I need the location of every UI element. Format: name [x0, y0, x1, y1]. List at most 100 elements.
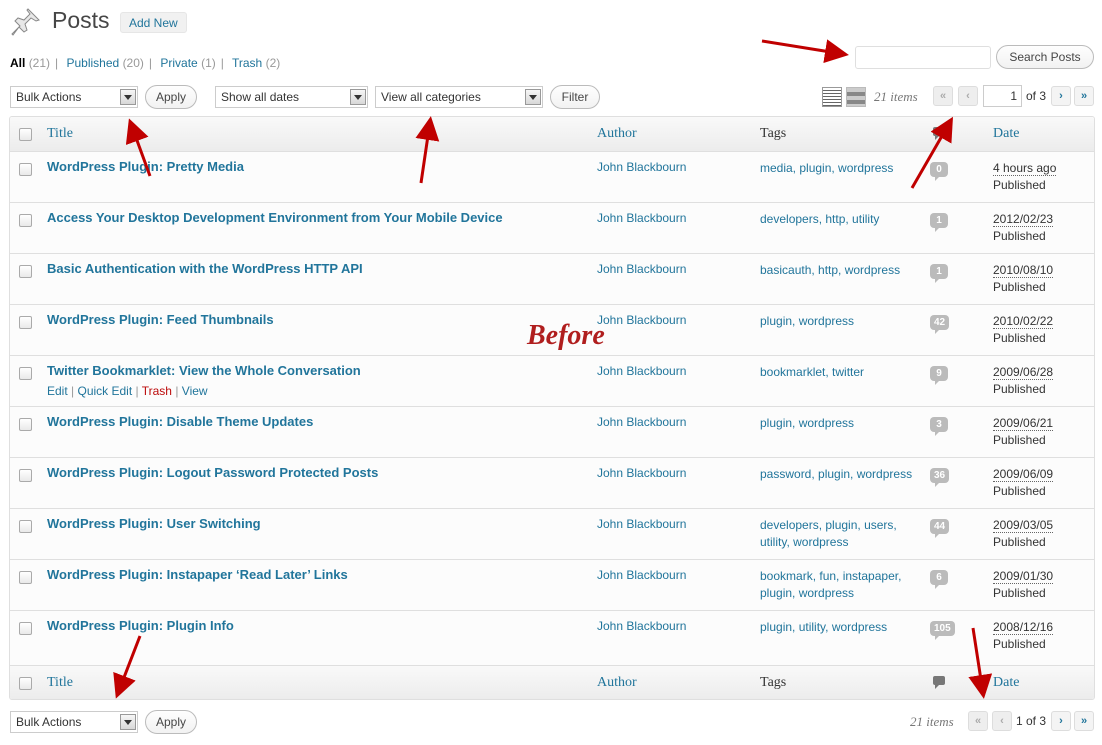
post-author-link[interactable]: John Blackbourn [597, 466, 686, 480]
bulk-actions-select-bottom[interactable]: Bulk Actions [10, 711, 138, 733]
post-title-link[interactable]: WordPress Plugin: User Switching [47, 516, 261, 531]
comment-count-bubble[interactable]: 1 [930, 264, 948, 283]
date-value: 2010/08/10 [993, 263, 1054, 278]
row-checkbox[interactable] [19, 214, 32, 227]
arrow-to-search [761, 39, 849, 63]
post-tags[interactable]: media, plugin, wordpress [760, 160, 925, 177]
post-tags[interactable]: password, plugin, wordpress [760, 466, 925, 483]
post-title-link[interactable]: WordPress Plugin: Feed Thumbnails [47, 312, 274, 327]
date-value: 2009/03/05 [993, 518, 1054, 533]
dates-select[interactable]: Show all dates [215, 86, 368, 108]
column-title[interactable]: Title [47, 675, 73, 691]
prev-page-button[interactable]: ‹ [958, 86, 978, 106]
post-title-link[interactable]: Access Your Desktop Development Environm… [47, 210, 503, 225]
comment-count-bubble[interactable]: 9 [930, 366, 948, 385]
excerpt-view-icon[interactable] [846, 87, 866, 107]
comment-count-bubble[interactable]: 1 [930, 213, 948, 232]
post-author-link[interactable]: John Blackbourn [597, 211, 686, 225]
last-page-button-bottom[interactable]: » [1074, 711, 1094, 731]
column-date[interactable]: Date [993, 675, 1019, 691]
select-all-checkbox[interactable] [19, 677, 32, 690]
comment-count-bubble[interactable]: 3 [930, 417, 948, 436]
post-tags[interactable]: plugin, wordpress [760, 415, 925, 432]
search-posts-button[interactable]: Search Posts [996, 45, 1094, 69]
add-new-button[interactable]: Add New [120, 12, 187, 33]
comment-count-bubble[interactable]: 36 [930, 468, 950, 487]
post-title-link[interactable]: WordPress Plugin: Pretty Media [47, 159, 244, 174]
prev-page-button-bottom[interactable]: ‹ [992, 711, 1012, 731]
post-status: Published [993, 433, 1046, 447]
post-title-link[interactable]: Basic Authentication with the WordPress … [47, 261, 363, 276]
post-author-link[interactable]: John Blackbourn [597, 517, 686, 531]
post-author-link[interactable]: John Blackbourn [597, 160, 686, 174]
post-tags[interactable]: plugin, wordpress [760, 313, 925, 330]
row-actions: Edit | Quick Edit | Trash | View [47, 384, 208, 398]
view-all-link[interactable]: All [10, 56, 25, 70]
post-tags[interactable]: basicauth, http, wordpress [760, 262, 925, 279]
row-checkbox[interactable] [19, 571, 32, 584]
view-link[interactable]: View [182, 384, 208, 398]
post-title-link[interactable]: WordPress Plugin: Logout Password Protec… [47, 465, 378, 480]
post-author-link[interactable]: John Blackbourn [597, 262, 686, 276]
row-checkbox[interactable] [19, 316, 32, 329]
view-trash-link[interactable]: Trash [232, 56, 262, 70]
next-page-button-bottom[interactable]: › [1051, 711, 1071, 731]
apply-button[interactable]: Apply [145, 85, 197, 109]
quick-edit-link[interactable]: Quick Edit [77, 384, 132, 398]
categories-select[interactable]: View all categories [375, 86, 543, 108]
post-title-link[interactable]: WordPress Plugin: Instapaper ‘Read Later… [47, 567, 348, 582]
row-checkbox[interactable] [19, 265, 32, 278]
table-footer: Title Author Tags Date [10, 665, 1094, 699]
post-tags[interactable]: bookmark, fun, instapaper, plugin, wordp… [760, 568, 925, 602]
column-date[interactable]: Date [993, 126, 1019, 142]
column-author[interactable]: Author [597, 126, 637, 142]
apply-button-bottom[interactable]: Apply [145, 710, 197, 734]
post-tags[interactable]: developers, plugin, users, utility, word… [760, 517, 925, 551]
comment-count-bubble[interactable]: 42 [930, 315, 950, 334]
select-all-checkbox[interactable] [19, 128, 32, 141]
row-checkbox[interactable] [19, 469, 32, 482]
last-page-button[interactable]: » [1074, 86, 1094, 106]
bulk-actions-select[interactable]: Bulk Actions [10, 86, 138, 108]
next-page-button[interactable]: › [1051, 86, 1071, 106]
column-author[interactable]: Author [597, 675, 637, 691]
post-title-link[interactable]: Twitter Bookmarklet: View the Whole Conv… [47, 363, 361, 378]
filter-button[interactable]: Filter [550, 85, 600, 109]
row-checkbox[interactable] [19, 520, 32, 533]
search-input[interactable] [855, 46, 991, 69]
current-page-input[interactable]: 1 [983, 85, 1022, 107]
column-title[interactable]: Title [47, 126, 73, 142]
row-checkbox[interactable] [19, 367, 32, 380]
post-author-link[interactable]: John Blackbourn [597, 364, 686, 378]
view-private-link[interactable]: Private [160, 56, 197, 70]
post-title-link[interactable]: WordPress Plugin: Plugin Info [47, 618, 234, 633]
comment-icon[interactable] [933, 127, 945, 140]
post-author-link[interactable]: John Blackbourn [597, 568, 686, 582]
first-page-button[interactable]: « [933, 86, 953, 106]
comment-count-bubble[interactable]: 0 [930, 162, 948, 181]
row-checkbox[interactable] [19, 163, 32, 176]
post-date: 2009/06/28 Published [993, 364, 1054, 398]
comment-count-bubble[interactable]: 44 [930, 519, 950, 538]
comment-count-bubble[interactable]: 105 [930, 621, 955, 640]
page-total: of 3 [1026, 89, 1047, 103]
comment-count-bubble[interactable]: 6 [930, 570, 948, 589]
row-checkbox[interactable] [19, 418, 32, 431]
comment-icon[interactable] [933, 676, 945, 689]
row-checkbox[interactable] [19, 622, 32, 635]
trash-link[interactable]: Trash [142, 384, 172, 398]
post-tags[interactable]: plugin, utility, wordpress [760, 619, 925, 636]
post-author-link[interactable]: John Blackbourn [597, 415, 686, 429]
view-published-link[interactable]: Published [67, 56, 120, 70]
post-author-link[interactable]: John Blackbourn [597, 619, 686, 633]
view-private-count: (1) [201, 56, 216, 70]
post-tags[interactable]: bookmarklet, twitter [760, 364, 925, 381]
post-date: 2010/02/22 Published [993, 313, 1054, 347]
date-value: 2009/06/21 [993, 416, 1054, 431]
post-title-link[interactable]: WordPress Plugin: Disable Theme Updates [47, 414, 313, 429]
list-view-icon[interactable] [822, 87, 842, 107]
first-page-button-bottom[interactable]: « [968, 711, 988, 731]
post-author-link[interactable]: John Blackbourn [597, 313, 686, 327]
edit-link[interactable]: Edit [47, 384, 68, 398]
post-tags[interactable]: developers, http, utility [760, 211, 925, 228]
